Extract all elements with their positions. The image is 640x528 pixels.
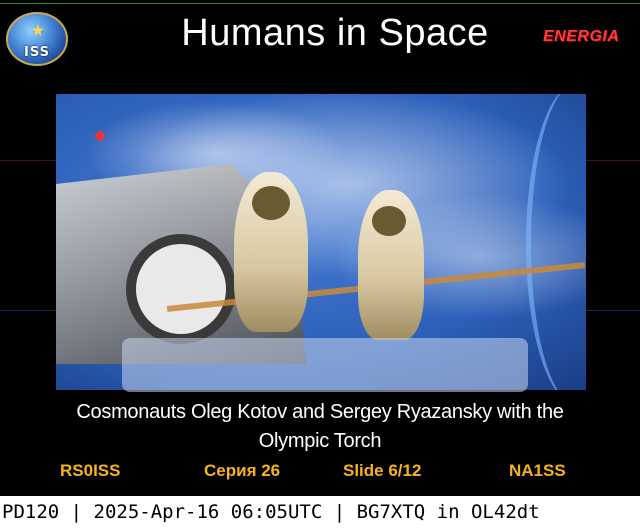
station-hatch <box>126 234 236 344</box>
caption-line: Cosmonauts Oleg Kotov and Sergey Ryazans… <box>76 401 564 423</box>
slide-counter: Slide 6/12 <box>343 461 422 480</box>
callsign-right: NA1SS <box>509 461 566 480</box>
sstv-image-frame: ISS Humans in Space ENERGIA Cosmonauts O… <box>0 0 640 496</box>
series-label: Серия 26 <box>204 461 281 480</box>
callsign-left: RS0ISS <box>60 461 121 480</box>
star-icon <box>32 24 44 36</box>
red-marker <box>94 130 106 142</box>
earth-horizon <box>526 94 586 390</box>
logo-text: ISS <box>24 45 50 60</box>
iss-logo: ISS <box>6 12 68 66</box>
page-title: Humans in Space <box>181 12 489 54</box>
helmet-visor <box>372 206 406 236</box>
noise-line <box>0 3 640 4</box>
caption: Cosmonauts Oleg Kotov and Sergey Ryazans… <box>0 398 640 456</box>
decoder-status-bar: PD120 | 2025-Apr-16 06:05UTC | BG7XTQ in… <box>0 496 640 528</box>
caption-overlay-box <box>122 338 528 392</box>
caption-line: Olympic Torch <box>258 430 382 452</box>
brand-logo: ENERGIA <box>543 28 620 45</box>
helmet-visor <box>252 186 290 220</box>
slide-footer: RS0ISS Серия 26 Slide 6/12 NA1SS <box>0 461 640 485</box>
